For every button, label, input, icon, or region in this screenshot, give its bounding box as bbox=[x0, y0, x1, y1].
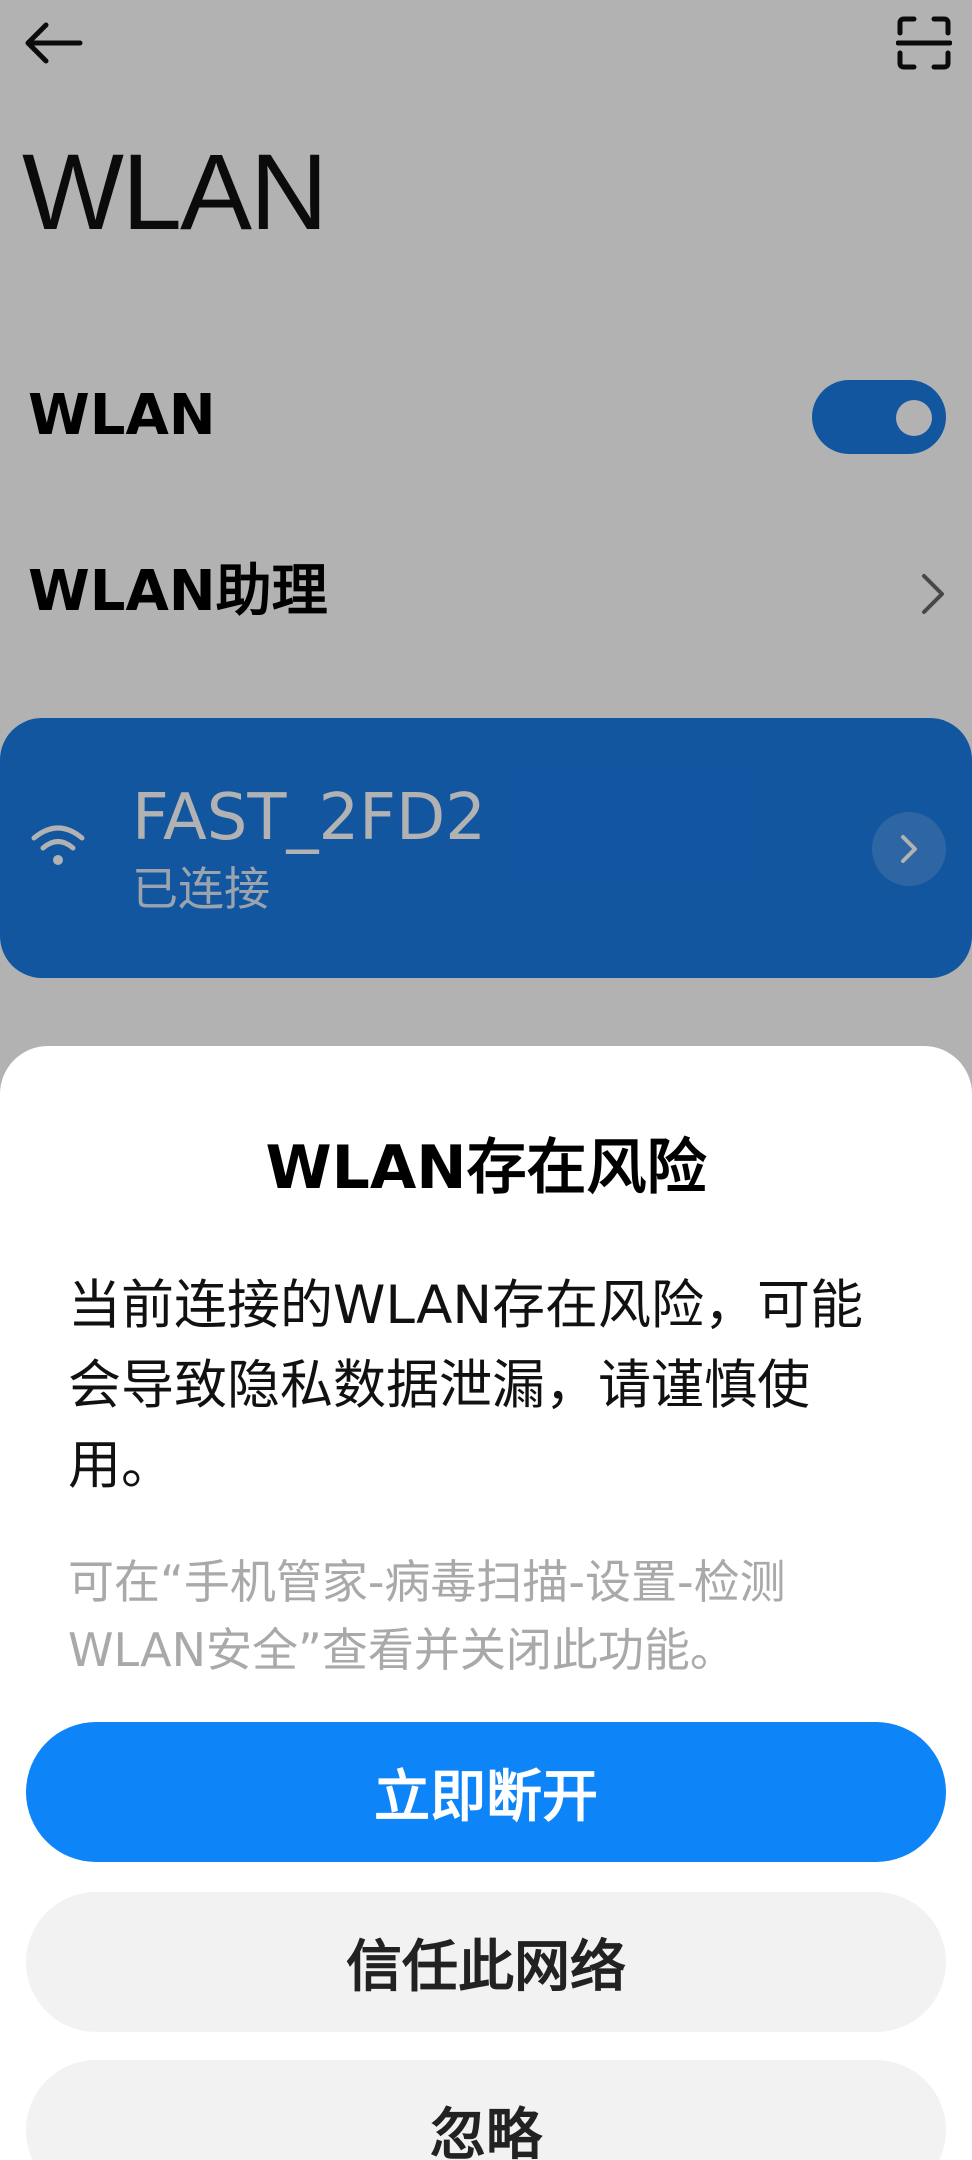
wlan-risk-dialog: WLAN存在风险 当前连接的WLAN存在风险，可能会导致隐私数据泄漏，请谨慎使用… bbox=[0, 1046, 972, 2160]
ignore-button[interactable]: 忽略 bbox=[26, 2060, 946, 2160]
trust-network-button[interactable]: 信任此网络 bbox=[26, 1892, 946, 2032]
dialog-hint: 可在“手机管家-病毒扫描-设置-检测WLAN安全”查看并关闭此功能。 bbox=[68, 1555, 786, 1677]
disconnect-button[interactable]: 立即断开 bbox=[26, 1722, 946, 1862]
screen: WLAN WLAN WLAN助理 FAST_2FD2 已连接 WLAN存在风险 … bbox=[0, 0, 972, 2160]
dialog-message: 当前连接的WLAN存在风险，可能会导致隐私数据泄漏，请谨慎使用。 bbox=[68, 1275, 864, 1496]
dialog-title: WLAN存在风险 bbox=[265, 1133, 707, 1203]
